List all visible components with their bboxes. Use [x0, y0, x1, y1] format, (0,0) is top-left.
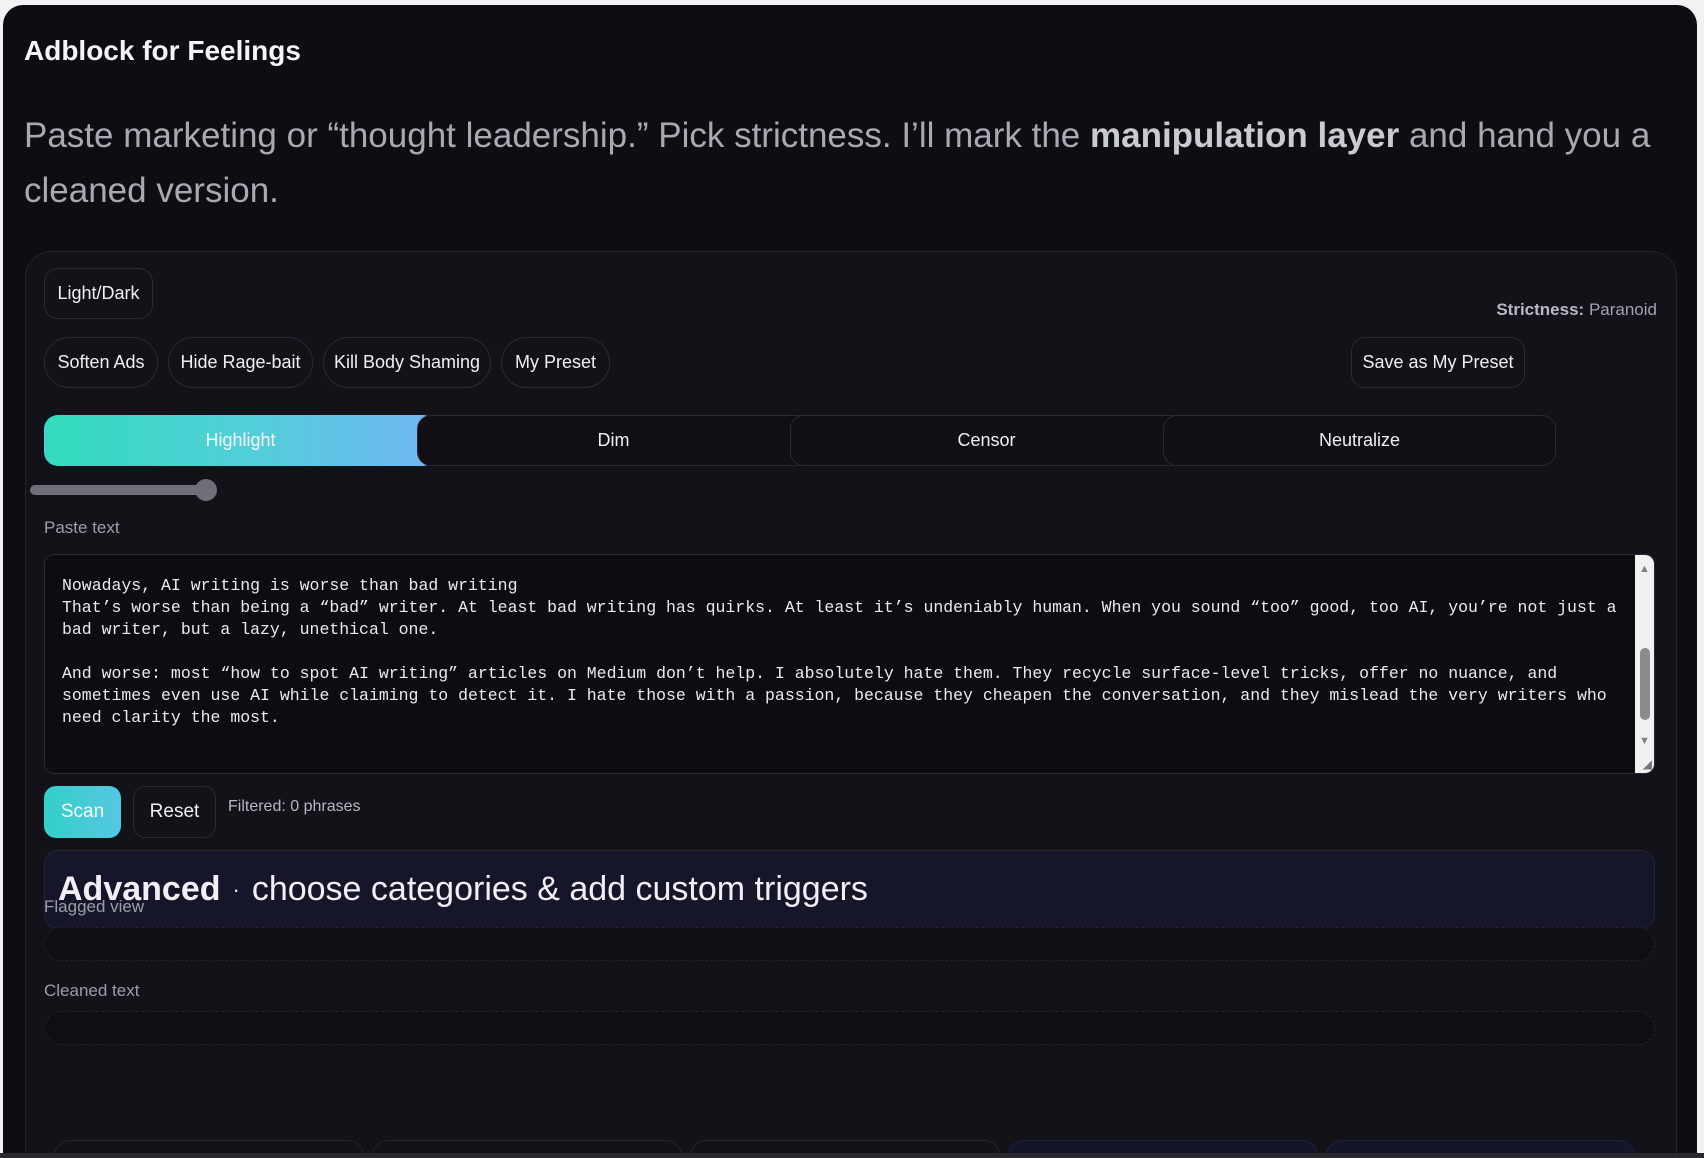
filtered-count: Filtered: 0 phrases — [228, 798, 361, 815]
app-title: Adblock for Feelings — [24, 35, 301, 66]
strictness-slider-thumb[interactable] — [195, 479, 217, 501]
intro-text-start: Paste marketing or “thought leadership.”… — [24, 116, 1090, 155]
app-window: Adblock for Feelings Paste marketing or … — [3, 5, 1697, 1158]
taskbar-edge — [0, 1153, 1704, 1158]
main-panel: Light/Dark Strictness: Paranoid Soften A… — [25, 251, 1677, 1158]
scroll-thumb[interactable] — [1640, 648, 1650, 720]
scroll-down-arrow-icon[interactable]: ▼ — [1635, 733, 1654, 749]
strictness-label: Strictness: — [1496, 300, 1585, 319]
mode-neutralize-button[interactable]: Neutralize — [1163, 415, 1556, 466]
preset-my-preset-button[interactable]: My Preset — [501, 337, 610, 388]
preset-hide-rage-bait-button[interactable]: Hide Rage-bait — [168, 337, 313, 388]
save-as-my-preset-button[interactable]: Save as My Preset — [1351, 337, 1525, 388]
mode-highlight-button[interactable]: Highlight — [44, 415, 437, 466]
theme-toggle-button[interactable]: Light/Dark — [44, 268, 153, 319]
intro-text: Paste marketing or “thought leadership.”… — [24, 108, 1664, 218]
paste-text-label: Paste text — [44, 518, 120, 537]
flagged-view-label: Flagged view — [44, 897, 145, 916]
paste-text-input[interactable]: Nowadays, AI writing is worse than bad w… — [44, 554, 1655, 774]
mode-censor-button[interactable]: Censor — [790, 415, 1183, 466]
cleaned-text-label: Cleaned text — [44, 981, 140, 1000]
strictness-slider-track[interactable] — [30, 485, 202, 495]
scan-button[interactable]: Scan — [44, 786, 121, 838]
advanced-subtitle: choose categories & add custom triggers — [251, 870, 868, 908]
strictness-value: Paranoid — [1588, 300, 1657, 319]
advanced-separator: · — [232, 876, 240, 902]
preset-kill-body-shaming-button[interactable]: Kill Body Shaming — [323, 337, 491, 388]
strictness-indicator: Strictness: Paranoid — [1496, 300, 1657, 320]
intro-text-emphasis: manipulation layer — [1089, 116, 1400, 155]
mode-dim-button[interactable]: Dim — [417, 415, 810, 466]
textarea-scrollbar[interactable]: ▲ ▼ ◢ — [1635, 555, 1654, 773]
resize-grip-icon[interactable]: ◢ — [1643, 757, 1652, 771]
cleaned-text-output — [44, 1011, 1655, 1045]
flagged-view-output — [44, 927, 1655, 961]
scroll-up-arrow-icon[interactable]: ▲ — [1635, 561, 1654, 577]
advanced-section-toggle[interactable]: Advanced · choose categories & add custo… — [44, 850, 1655, 929]
paste-text-content[interactable]: Nowadays, AI writing is worse than bad w… — [62, 575, 1630, 729]
reset-button[interactable]: Reset — [133, 786, 216, 838]
preset-soften-ads-button[interactable]: Soften Ads — [44, 337, 158, 388]
